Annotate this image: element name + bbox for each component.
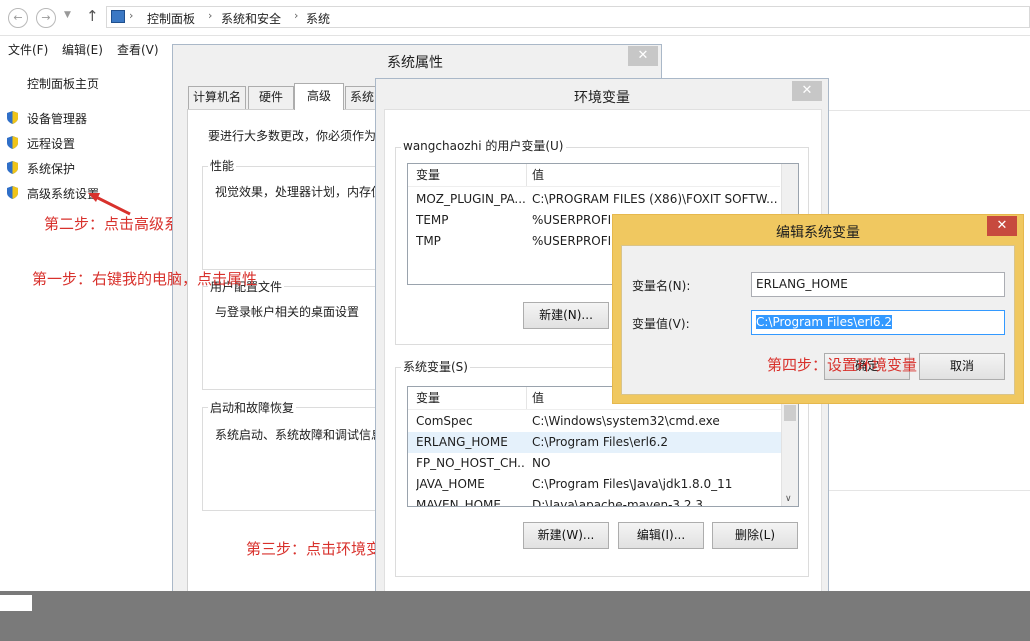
address-bar-row: ← → ▼ ↑ › 控制面板 › 系统和安全 › 系统: [0, 0, 1030, 36]
shield-icon: [7, 161, 18, 174]
divider: [824, 110, 1030, 111]
user-var-name[interactable]: TEMP: [416, 213, 449, 227]
admin-note: 要进行大多数更改，你必须作为: [208, 129, 377, 143]
system-vars-list[interactable]: 变量 值 ComSpec C:\Windows\system32\cmd.exe…: [407, 386, 799, 507]
divider: [824, 490, 1030, 491]
system-var-name[interactable]: JAVA_HOME: [416, 477, 485, 491]
user-var-value[interactable]: %USERPROFIL: [532, 213, 618, 227]
breadcrumb-system[interactable]: 系统: [306, 10, 330, 27]
bottom-overlay-bar: [0, 591, 1030, 641]
nav-device-manager[interactable]: 设备管理器: [27, 110, 87, 127]
scroll-down-icon[interactable]: ∨: [785, 494, 792, 504]
annotation-step4: 第四步：设置环境变量: [767, 356, 918, 374]
user-var-value[interactable]: C:\PROGRAM FILES (X86)\FOXIT SOFTW...: [532, 192, 778, 206]
variable-name-label: 变量名(N):: [632, 279, 691, 293]
user-var-name[interactable]: TMP: [416, 234, 441, 248]
breadcrumb-separator-icon: ›: [294, 9, 299, 22]
dialog-title: 编辑系统变量: [776, 225, 860, 241]
nav-remote-settings[interactable]: 远程设置: [27, 135, 75, 152]
dialog-title: 系统属性: [387, 55, 443, 71]
cancel-button[interactable]: 取消: [919, 353, 1005, 380]
tab-system[interactable]: 系统: [345, 86, 379, 109]
user-var-value[interactable]: %USERPROFIL: [532, 234, 618, 248]
system-var-value[interactable]: C:\Program Files\Java\jdk1.8.0_11: [532, 477, 732, 491]
shield-icon: [7, 111, 18, 124]
startup-recovery-label: 启动和故障恢复: [208, 399, 297, 416]
nav-control-panel-home[interactable]: 控制面板主页: [27, 75, 99, 92]
column-header-value[interactable]: 值: [532, 387, 544, 409]
system-var-name[interactable]: MAVEN_HOME: [416, 498, 501, 506]
system-var-value[interactable]: C:\Program Files\erl6.2: [532, 435, 668, 449]
system-delete-button[interactable]: 删除(L): [712, 522, 798, 549]
column-divider: [526, 387, 527, 409]
menu-file[interactable]: 文件(F): [8, 41, 48, 58]
user-profile-group: [202, 286, 378, 390]
back-arrow-icon[interactable]: ←: [8, 8, 28, 28]
shield-icon: [7, 186, 18, 199]
performance-label: 性能: [208, 157, 237, 174]
system-var-value[interactable]: D:\Java\apache-maven-3.2.3: [532, 498, 703, 506]
breadcrumb-separator-icon: ›: [208, 9, 213, 22]
address-input[interactable]: › 控制面板 › 系统和安全 › 系统: [106, 6, 1030, 28]
tab-advanced[interactable]: 高级: [294, 83, 344, 110]
dialog-title: 环境变量: [574, 90, 630, 106]
column-divider: [526, 164, 527, 186]
selected-value-text[interactable]: C:\Program Files\erl6.2: [756, 315, 893, 329]
column-header-value[interactable]: 值: [532, 164, 544, 186]
performance-text: 视觉效果，处理器计划，内存使: [215, 185, 384, 199]
menu-edit[interactable]: 编辑(E): [62, 41, 103, 58]
close-icon[interactable]: ✕: [628, 46, 658, 66]
variable-value-label: 变量值(V):: [632, 317, 690, 331]
corner-patch: [0, 595, 32, 611]
user-new-button[interactable]: 新建(N)...: [523, 302, 609, 329]
user-vars-label: wangchaozhi 的用户变量(U): [401, 137, 566, 154]
variable-name-input[interactable]: ERLANG_HOME: [751, 272, 1005, 297]
tab-hardware[interactable]: 硬件: [248, 86, 294, 109]
system-vars-label: 系统变量(S): [401, 358, 470, 375]
performance-group: [202, 166, 378, 270]
startup-recovery-text: 系统启动、系统故障和调试信息: [215, 428, 375, 442]
variable-value-input[interactable]: C:\Program Files\erl6.2: [751, 310, 1005, 335]
system-var-name[interactable]: ComSpec: [416, 414, 473, 428]
scrollbar[interactable]: ∨: [781, 387, 798, 506]
nav-system-protection[interactable]: 系统保护: [27, 160, 75, 177]
header-divider: [408, 186, 780, 187]
tab-computer-name[interactable]: 计算机名: [188, 86, 246, 109]
system-var-name[interactable]: FP_NO_HOST_CH...: [416, 456, 526, 470]
column-header-variable[interactable]: 变量: [416, 387, 440, 409]
close-icon[interactable]: ✕: [987, 216, 1017, 236]
menu-view[interactable]: 查看(V): [117, 41, 159, 58]
shield-icon: [7, 136, 18, 149]
system-var-value[interactable]: NO: [532, 456, 550, 470]
system-var-name[interactable]: ERLANG_HOME: [416, 435, 508, 449]
annotation-step1: 第一步：右键我的电脑，点击属性: [32, 270, 258, 288]
annotation-step3: 第三步：点击环境变量: [246, 540, 397, 558]
system-var-value[interactable]: C:\Windows\system32\cmd.exe: [532, 414, 720, 428]
up-arrow-icon[interactable]: ↑: [86, 7, 99, 25]
breadcrumb-control-panel[interactable]: 控制面板: [147, 10, 195, 27]
control-panel-icon: [111, 10, 125, 23]
breadcrumb-separator-icon: ›: [129, 9, 134, 22]
user-profile-text: 与登录帐户相关的桌面设置: [215, 305, 360, 319]
recent-dropdown-icon[interactable]: ▼: [64, 10, 71, 20]
forward-arrow-icon[interactable]: →: [36, 8, 56, 28]
header-divider: [408, 409, 782, 410]
column-header-variable[interactable]: 变量: [416, 164, 440, 186]
system-edit-button[interactable]: 编辑(I)...: [618, 522, 704, 549]
system-new-button[interactable]: 新建(W)...: [523, 522, 609, 549]
startup-recovery-group: [202, 407, 378, 511]
breadcrumb-system-security[interactable]: 系统和安全: [221, 10, 281, 27]
user-var-name[interactable]: MOZ_PLUGIN_PA...: [416, 192, 526, 206]
scrollbar-thumb[interactable]: [784, 405, 796, 421]
close-icon[interactable]: ✕: [792, 81, 822, 101]
